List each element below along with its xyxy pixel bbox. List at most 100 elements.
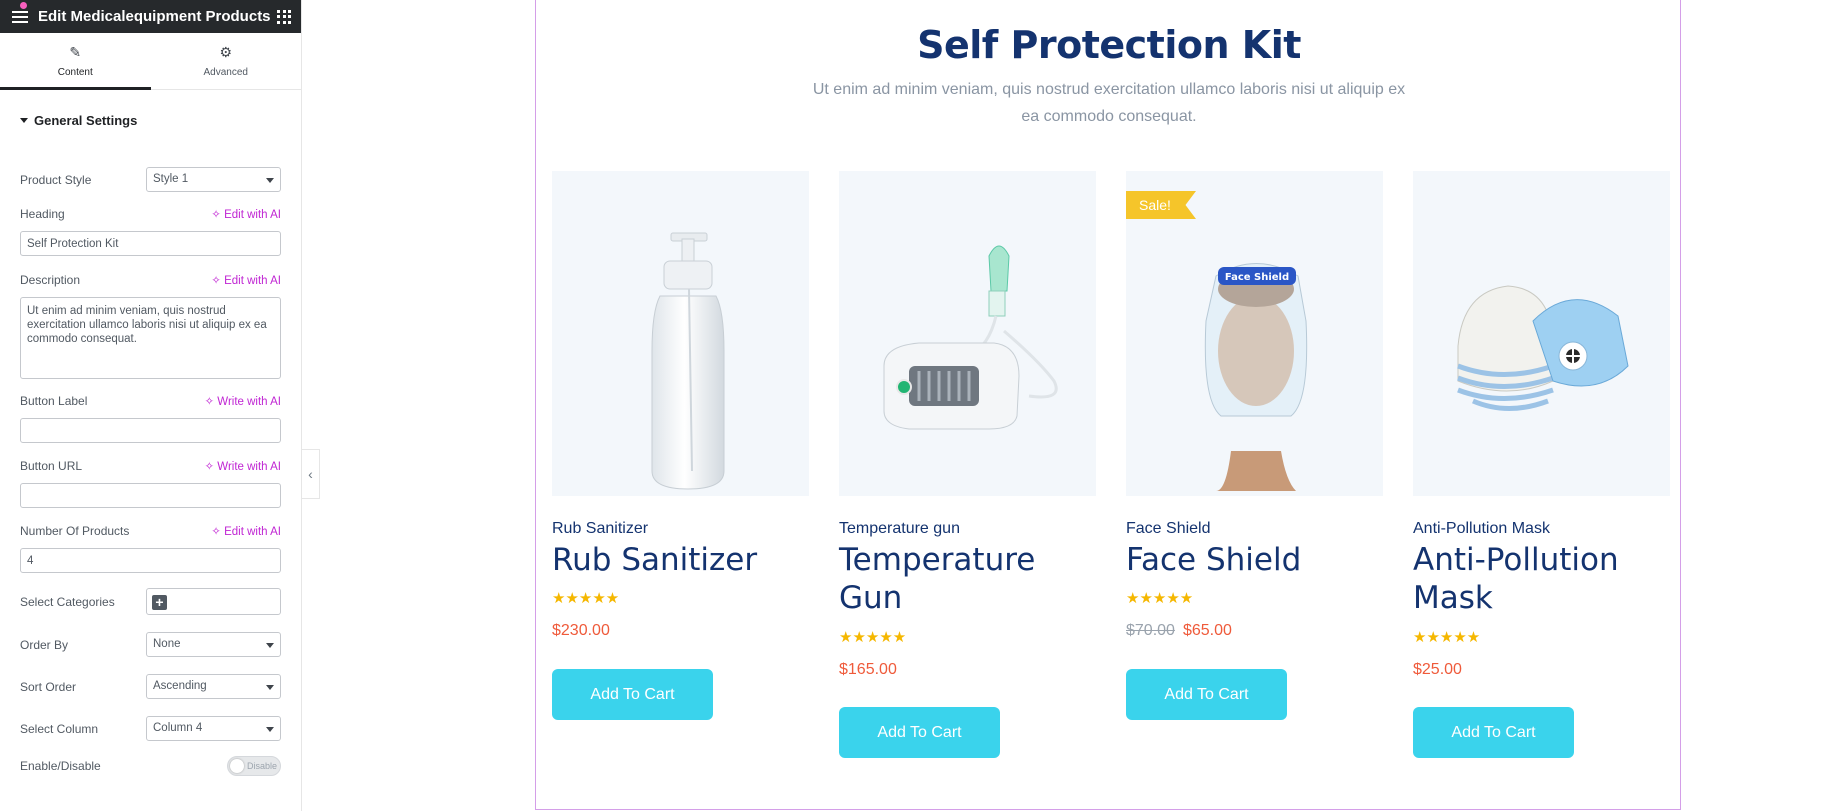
sale-badge: Sale!: [1126, 191, 1196, 219]
editor-panel: Edit Medicalequipment Products ✎ Content…: [0, 0, 302, 811]
button-label-write-ai-button[interactable]: ✧ Write with AI: [204, 394, 281, 408]
button-label-ai-label: Write with AI: [217, 396, 281, 408]
product-style-label: Product Style: [20, 173, 92, 187]
button-url-label: Button URL: [20, 459, 83, 473]
nebulizer-image: [883, 245, 1058, 430]
button-url-control: Button URL ✧ Write with AI: [20, 459, 281, 511]
button-url-write-ai-button[interactable]: ✧ Write with AI: [204, 459, 281, 473]
product-name[interactable]: Face Shield: [1126, 541, 1383, 579]
add-to-cart-button[interactable]: Add To Cart: [839, 707, 1000, 758]
number-of-products-label: Number Of Products: [20, 524, 130, 538]
tab-content[interactable]: ✎ Content: [0, 33, 151, 90]
product-category[interactable]: Temperature gun: [839, 520, 960, 538]
chevron-left-icon: ‹: [308, 466, 313, 482]
general-settings-header[interactable]: General Settings: [0, 106, 301, 134]
caret-down-icon: [20, 117, 28, 123]
editor-tabs: ✎ Content ⚙ Advanced: [0, 33, 301, 90]
product-image[interactable]: [552, 171, 809, 496]
description-ai-label: Edit with AI: [224, 275, 281, 287]
button-label-input[interactable]: [20, 418, 281, 443]
sort-order-control: Sort Order Ascending: [20, 674, 281, 700]
current-price: $25.00: [1413, 661, 1462, 678]
apps-grid-icon[interactable]: [277, 9, 291, 24]
select-column-select[interactable]: Column 4: [146, 716, 281, 741]
product-name[interactable]: Anti-Pollution Mask: [1413, 541, 1670, 617]
select-categories-control: Select Categories +: [20, 588, 281, 616]
toggle-text: Disable: [246, 761, 277, 771]
editor-topbar: Edit Medicalequipment Products: [0, 0, 301, 33]
tab-advanced-label: Advanced: [203, 67, 248, 78]
sort-order-label: Sort Order: [20, 680, 77, 694]
enable-disable-label: Enable/Disable: [20, 759, 101, 773]
product-category[interactable]: Face Shield: [1126, 520, 1211, 538]
product-name[interactable]: Temperature Gun: [839, 541, 1096, 617]
original-price: $70.00: [1126, 622, 1175, 639]
collapse-panel-button[interactable]: ‹: [302, 449, 320, 499]
widget-description: Ut enim ad minim veniam, quis nostrud ex…: [812, 81, 1406, 125]
heading-edit-ai-button[interactable]: ✧ Edit with AI: [211, 207, 281, 221]
gear-icon: ⚙: [219, 44, 233, 60]
order-by-label: Order By: [20, 638, 69, 652]
description-label: Description: [20, 273, 81, 287]
section-title: General Settings: [34, 112, 138, 128]
editor-title: Edit Medicalequipment Products: [38, 8, 271, 25]
sanitizer-bottle-image: [651, 232, 725, 490]
heading-label: Heading: [20, 207, 65, 221]
enable-disable-toggle[interactable]: Disable: [227, 756, 281, 776]
button-label-control: Button Label ✧ Write with AI: [20, 394, 281, 446]
description-control: Description ✧ Edit with AI Ut enim ad mi…: [20, 273, 281, 383]
order-by-control: Order By None: [20, 632, 281, 658]
heading-input[interactable]: [20, 231, 281, 256]
enable-disable-control: Enable/Disable Disable: [20, 756, 281, 778]
sort-order-select[interactable]: Ascending: [146, 674, 281, 699]
product-image[interactable]: [1413, 171, 1670, 496]
star-rating: ★★★★★: [1413, 629, 1481, 646]
order-by-select[interactable]: None: [146, 632, 281, 657]
product-card: Temperature gun Temperature Gun ★★★★★ $1…: [839, 171, 1096, 758]
star-rating: ★★★★★: [552, 590, 620, 607]
product-card: Rub Sanitizer Rub Sanitizer ★★★★★ $230.0…: [552, 171, 809, 720]
star-rating: ★★★★★: [1126, 590, 1194, 607]
number-of-products-ai-label: Edit with AI: [224, 526, 281, 538]
add-to-cart-button[interactable]: Add To Cart: [1413, 707, 1574, 758]
select-categories-label: Select Categories: [20, 595, 115, 609]
star-rating: ★★★★★: [839, 629, 907, 646]
product-price: $70.00 $65.00: [1126, 622, 1232, 640]
button-url-ai-label: Write with AI: [217, 461, 281, 473]
description-edit-ai-button[interactable]: ✧ Edit with AI: [211, 273, 281, 287]
product-style-select[interactable]: Style 1: [146, 167, 281, 192]
tab-advanced[interactable]: ⚙ Advanced: [151, 33, 302, 89]
product-widget-preview[interactable]: Self Protection Kit Ut enim ad minim ven…: [535, 0, 1681, 810]
add-to-cart-button[interactable]: Add To Cart: [552, 669, 713, 720]
number-of-products-control: Number Of Products ✧ Edit with AI: [20, 524, 281, 576]
button-label-label: Button Label: [20, 394, 88, 408]
number-of-products-edit-ai-button[interactable]: ✧ Edit with AI: [211, 524, 281, 538]
product-image[interactable]: [839, 171, 1096, 496]
add-category-button[interactable]: +: [152, 595, 167, 610]
current-price: $65.00: [1182, 622, 1232, 639]
heading-control: Heading ✧ Edit with AI: [20, 207, 281, 259]
product-name[interactable]: Rub Sanitizer: [552, 541, 809, 579]
product-category[interactable]: Rub Sanitizer: [552, 520, 648, 538]
widget-heading: Self Protection Kit: [917, 23, 1301, 67]
product-category[interactable]: Anti-Pollution Mask: [1413, 520, 1550, 538]
product-card: Face Shield Sale! Face Shield Face Shiel…: [1126, 171, 1383, 720]
current-price: $230.00: [552, 622, 610, 639]
select-categories-box[interactable]: +: [146, 588, 281, 615]
pencil-icon: ✎: [69, 44, 82, 60]
masks-image: [1457, 285, 1629, 411]
menu-icon[interactable]: [12, 10, 28, 23]
product-image[interactable]: Face Shield: [1126, 171, 1383, 496]
product-price: $25.00: [1413, 661, 1462, 679]
add-to-cart-button[interactable]: Add To Cart: [1126, 669, 1287, 720]
description-textarea[interactable]: Ut enim ad minim veniam, quis nostrud ex…: [20, 297, 281, 379]
tab-content-label: Content: [57, 67, 93, 78]
button-url-input[interactable]: [20, 483, 281, 508]
current-price: $165.00: [839, 661, 897, 678]
product-style-control: Product Style Style 1: [20, 167, 281, 195]
number-of-products-input[interactable]: [20, 548, 281, 573]
product-card: Anti-Pollution Mask Anti-Pollution Mask …: [1413, 171, 1670, 758]
select-column-label: Select Column: [20, 722, 99, 736]
face-shield-image: Face Shield: [1204, 263, 1308, 491]
notification-dot: [20, 2, 27, 9]
